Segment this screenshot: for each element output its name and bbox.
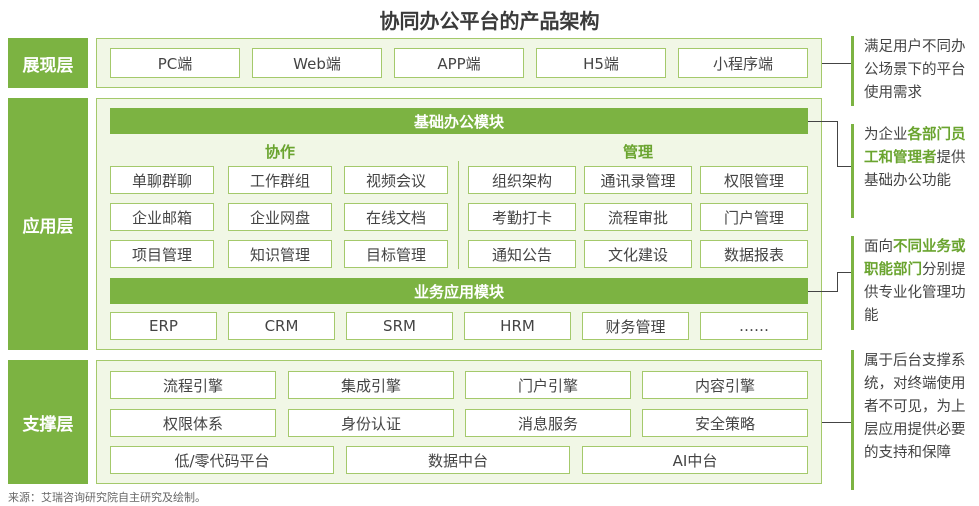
connector-line bbox=[837, 121, 838, 166]
manage-item: 门户管理 bbox=[700, 203, 808, 231]
note-text: 为企业 bbox=[864, 127, 908, 143]
basic-module-header: 基础办公模块 bbox=[110, 108, 808, 134]
connector-line bbox=[808, 121, 837, 122]
note-business-module: 面向不同业务或职能部门分别提供专业化管理功能 bbox=[851, 236, 976, 330]
business-item: 财务管理 bbox=[582, 312, 689, 340]
manage-item: 权限管理 bbox=[700, 166, 808, 194]
business-item: CRM bbox=[228, 312, 335, 340]
presentation-item: 小程序端 bbox=[678, 48, 808, 78]
collab-item: 视频会议 bbox=[344, 166, 448, 194]
manage-item: 文化建设 bbox=[584, 240, 692, 268]
support-item: 数据中台 bbox=[346, 446, 570, 474]
business-module-header: 业务应用模块 bbox=[110, 278, 808, 304]
business-item: HRM bbox=[464, 312, 571, 340]
collab-item: 单聊群聊 bbox=[110, 166, 214, 194]
note-basic-module: 为企业各部门员工和管理者提供基础办公功能 bbox=[851, 124, 976, 218]
support-item: 权限体系 bbox=[110, 409, 276, 437]
business-item: …… bbox=[700, 312, 808, 340]
connector-line bbox=[837, 166, 851, 167]
support-item: 门户引擎 bbox=[465, 371, 631, 399]
collab-item: 项目管理 bbox=[110, 240, 214, 268]
support-item: 安全策略 bbox=[642, 409, 808, 437]
manage-item: 组织架构 bbox=[468, 166, 576, 194]
manage-item: 通讯录管理 bbox=[584, 166, 692, 194]
connector-line bbox=[837, 272, 838, 292]
connector-line bbox=[822, 422, 851, 423]
note-text: 面向 bbox=[864, 239, 893, 255]
note-presentation: 满足用户不同办公场景下的平台使用需求 bbox=[851, 36, 976, 106]
support-item: 流程引擎 bbox=[110, 371, 276, 399]
layer-label-support: 支撑层 bbox=[8, 360, 88, 484]
connector-line bbox=[837, 272, 851, 273]
source-note: 来源：艾瑞咨询研究院自主研究及绘制。 bbox=[8, 491, 206, 504]
collab-item: 在线文档 bbox=[344, 203, 448, 231]
collab-item: 工作群组 bbox=[228, 166, 332, 194]
note-support: 属于后台支撑系统，对终端使用者不可见，为上层应用提供必要的支持和保障 bbox=[851, 350, 976, 490]
connector-line bbox=[822, 63, 851, 64]
note-text: 满足用户不同办公场景下的平台使用需求 bbox=[864, 39, 966, 101]
collab-subheading: 协作 bbox=[264, 143, 295, 161]
presentation-item: Web端 bbox=[252, 48, 382, 78]
presentation-item: APP端 bbox=[394, 48, 524, 78]
support-item: 身份认证 bbox=[288, 409, 454, 437]
manage-item: 流程审批 bbox=[584, 203, 692, 231]
manage-item: 考勤打卡 bbox=[468, 203, 576, 231]
connector-line bbox=[808, 291, 837, 292]
layer-label-presentation: 展现层 bbox=[8, 38, 88, 88]
presentation-item: H5端 bbox=[536, 48, 666, 78]
business-item: ERP bbox=[110, 312, 217, 340]
collab-item: 知识管理 bbox=[228, 240, 332, 268]
business-item: SRM bbox=[346, 312, 453, 340]
support-item: AI中台 bbox=[582, 446, 808, 474]
manage-item: 数据报表 bbox=[700, 240, 808, 268]
page-title: 协同办公平台的产品架构 bbox=[379, 9, 600, 33]
support-item: 低/零代码平台 bbox=[110, 446, 334, 474]
manage-item: 通知公告 bbox=[468, 240, 576, 268]
collab-item: 企业网盘 bbox=[228, 203, 332, 231]
module-divider bbox=[458, 161, 459, 269]
support-item: 内容引擎 bbox=[642, 371, 808, 399]
layer-label-application: 应用层 bbox=[8, 98, 88, 350]
manage-subheading: 管理 bbox=[622, 143, 653, 161]
note-text: 属于后台支撑系统，对终端使用者不可见，为上层应用提供必要的支持和保障 bbox=[864, 353, 966, 461]
collab-item: 企业邮箱 bbox=[110, 203, 214, 231]
collab-item: 目标管理 bbox=[344, 240, 448, 268]
support-item: 消息服务 bbox=[465, 409, 631, 437]
presentation-item: PC端 bbox=[110, 48, 240, 78]
support-item: 集成引擎 bbox=[288, 371, 454, 399]
